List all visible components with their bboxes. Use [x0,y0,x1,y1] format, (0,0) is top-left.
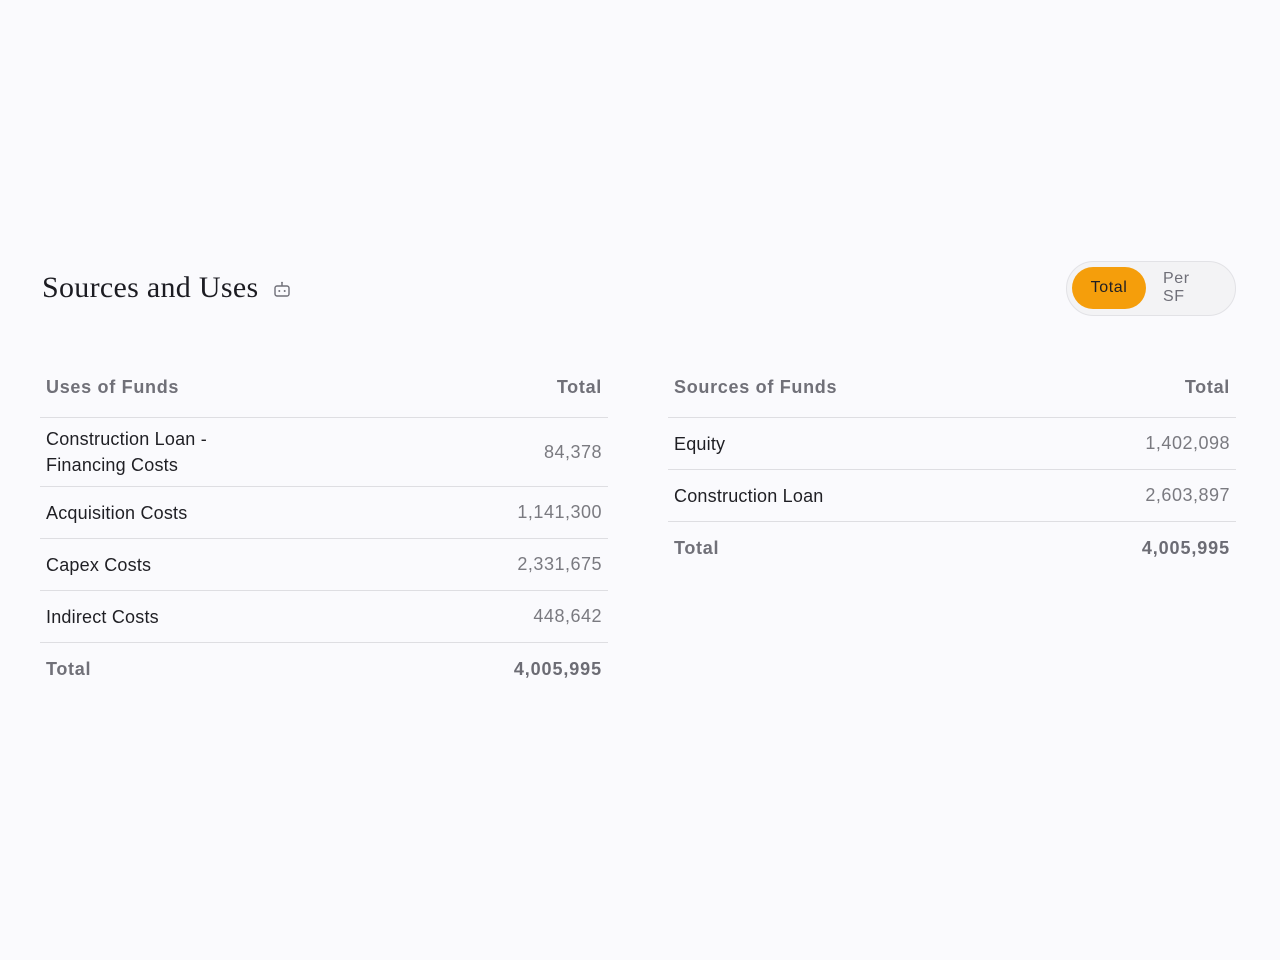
row-label: Construction Loan [674,485,824,506]
table-row: Equity 1,402,098 [668,418,1236,470]
table-row: Indirect Costs 448,642 [40,591,608,643]
row-value: 1,402,098 [1145,433,1230,453]
page: Sources and Uses Total Per SF Uses of Fu… [0,0,1280,960]
robot-icon[interactable] [272,280,292,300]
table-row: Construction Loan 2,603,897 [668,470,1236,522]
toggle-per-sf-button[interactable]: Per SF [1146,267,1230,309]
view-toggle: Total Per SF [1066,260,1236,316]
total-row: Total 4,005,995 [40,643,608,695]
total-label: Total [46,659,92,679]
table-header: Uses of Funds Total [40,358,608,418]
table-header: Sources of Funds Total [668,358,1236,418]
uses-of-funds-table: Uses of Funds Total Construction Loan - … [40,358,608,695]
toggle-total-button[interactable]: Total [1072,267,1146,309]
total-value: 4,005,995 [513,658,602,679]
column-header-total: Total [556,377,602,397]
row-label: Construction Loan - Financing Costs [46,429,207,475]
title-group: Sources and Uses [42,271,292,305]
row-value: 448,642 [533,606,602,626]
total-label: Total [674,538,720,558]
row-value: 84,378 [543,441,602,462]
table-row: Construction Loan - Financing Costs 84,3… [40,418,608,487]
column-header-label: Uses of Funds [46,377,180,397]
row-value: 2,603,897 [1145,485,1230,505]
row-label: Capex Costs [46,554,152,575]
row-value: 2,331,675 [517,554,602,574]
page-title: Sources and Uses [42,271,259,304]
total-value: 4,005,995 [1141,537,1230,558]
column-header-label: Sources of Funds [674,377,838,397]
table-row: Capex Costs 2,331,675 [40,539,608,591]
row-label: Acquisition Costs [46,502,188,523]
sources-of-funds-table: Sources of Funds Total Equity 1,402,098 … [668,358,1236,574]
row-label: Indirect Costs [46,606,159,627]
table-row: Acquisition Costs 1,141,300 [40,487,608,539]
column-header-total: Total [1184,377,1230,397]
section-header: Sources and Uses Total Per SF [42,260,1236,316]
row-label: Equity [674,433,726,454]
row-value: 1,141,300 [517,502,602,522]
total-row: Total 4,005,995 [668,522,1236,574]
